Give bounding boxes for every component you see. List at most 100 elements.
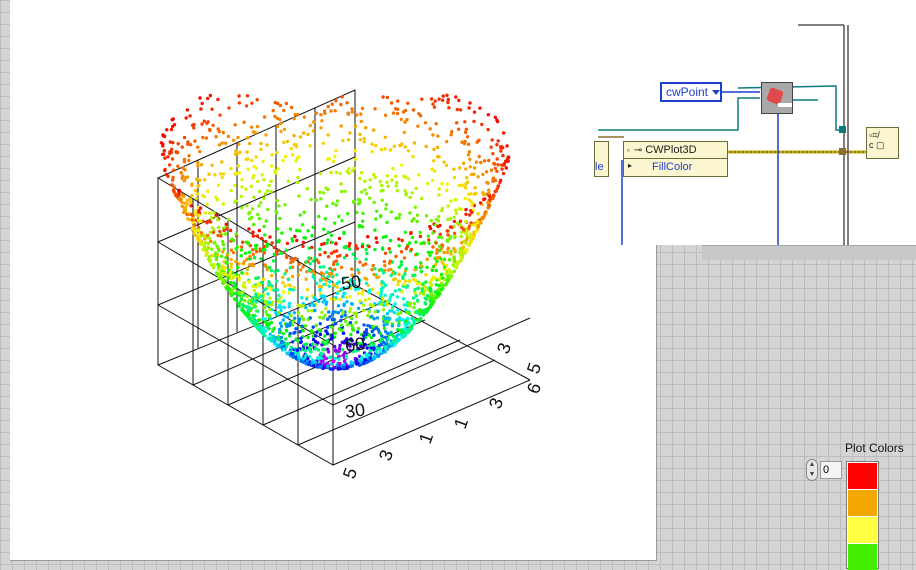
scatter-point [277, 204, 281, 208]
scatter-point [270, 153, 274, 157]
scatter-point [397, 272, 401, 276]
scatter-point [338, 297, 342, 302]
scatter-point [317, 214, 321, 219]
scatter-point [338, 343, 342, 348]
scatter-point [499, 178, 503, 183]
bundle-node-icon[interactable] [761, 82, 793, 114]
scatter-point [308, 316, 312, 320]
scatter-point [458, 223, 462, 227]
front-panel-scrollbar[interactable] [702, 245, 916, 260]
scatter-point [397, 244, 401, 248]
scatter-point [254, 285, 258, 289]
scatter-point [383, 113, 388, 118]
cwpoint-enum-constant[interactable]: cwPoint [660, 82, 722, 102]
scatter-point [342, 245, 347, 249]
array-index-field[interactable]: 0 [820, 461, 842, 479]
scatter-point [275, 211, 279, 215]
scatter-point [402, 174, 406, 178]
scatter-point [389, 267, 393, 272]
scatter-point [390, 332, 394, 337]
scatter-point [464, 219, 468, 224]
scatter-point [464, 212, 468, 216]
scatter-point [247, 250, 252, 254]
scatter-point [269, 336, 273, 341]
scatter-point [359, 119, 363, 124]
scatter-point [245, 204, 249, 208]
scatter-point [331, 283, 336, 287]
scatter-point [380, 337, 384, 341]
scatter-point [322, 282, 326, 287]
scatter-point [257, 292, 261, 296]
scatter-point [239, 248, 244, 252]
scatter-point [194, 209, 198, 213]
scatter-point [445, 250, 449, 255]
scatter-point [467, 197, 471, 202]
scatter-point [307, 268, 312, 272]
color-swatch[interactable] [848, 544, 877, 570]
scatter-point [446, 239, 450, 243]
scatter-point [295, 348, 300, 352]
scatter-point [441, 98, 445, 102]
scatter-point [383, 283, 388, 288]
scatter-point [254, 300, 259, 304]
scatter-point [362, 323, 366, 327]
index-stepper-icon[interactable]: ▲ ▼ [806, 459, 818, 481]
scatter-point [350, 107, 354, 111]
scatter-point [259, 141, 263, 146]
scatter-point [201, 135, 205, 140]
scatter-point [460, 241, 464, 245]
scatter-point [401, 297, 406, 301]
scatter-point [385, 180, 389, 184]
scatter-point [203, 211, 207, 215]
scatter-point [381, 95, 385, 99]
scatter-point [341, 310, 345, 314]
scatter-point [295, 156, 299, 160]
color-swatch[interactable] [848, 490, 877, 516]
scatter-point [250, 101, 254, 105]
scatter-point [251, 313, 255, 318]
scatter-point [278, 216, 282, 221]
enum-value: cwPoint [666, 85, 709, 99]
scatter-point [294, 327, 298, 331]
scatter-point [315, 281, 319, 285]
invoke-node-icon[interactable]: ▫⌗/ᴄ ▢ [866, 127, 899, 159]
block-diagram-panel[interactable]: cwPoint le ▫ ⊸ CWPlot3D ▸ FillColor ▫⌗/ᴄ… [594, 0, 916, 245]
graph-3d-panel[interactable]: 3 5 3 6 1 1 30 3 5 50 60 [10, 0, 657, 561]
scatter-point [333, 356, 337, 361]
scatter-point [482, 197, 486, 202]
scatter-point [234, 171, 239, 176]
property-node-partial[interactable]: le [594, 141, 609, 177]
scatter-point [385, 316, 390, 321]
scatter-point [279, 129, 283, 134]
scatter-point [180, 176, 184, 180]
scatter-point [262, 224, 266, 229]
scatter-point [383, 264, 387, 268]
scatter-point [465, 229, 469, 234]
scatter-point [319, 197, 323, 201]
color-swatch[interactable] [848, 517, 877, 543]
scatter-point [442, 250, 446, 255]
scatter-point [285, 322, 289, 327]
color-swatch[interactable] [848, 463, 877, 489]
plot-colors-array[interactable] [846, 461, 879, 570]
scatter-point [188, 114, 192, 118]
scatter-point [427, 238, 431, 242]
scatter-point [217, 248, 221, 253]
cwplot3d-property-node[interactable]: ▫ ⊸ CWPlot3D ▸ FillColor [623, 141, 728, 177]
scatter-point [162, 149, 166, 153]
scatter-point [339, 318, 343, 323]
scatter-point [211, 230, 216, 235]
array-index-control[interactable]: ▲ ▼ 0 [806, 459, 842, 481]
scatter-point [350, 110, 354, 114]
chevron-down-icon[interactable] [712, 89, 721, 95]
property-fillcolor[interactable]: FillColor [652, 161, 692, 173]
scatter-point [197, 213, 201, 217]
scatter-point [383, 135, 387, 139]
scatter-point [220, 175, 224, 180]
scatter-point [384, 202, 389, 207]
graph-3d-canvas[interactable]: 3 5 3 6 1 1 30 3 5 50 60 [10, 0, 656, 560]
scatter-point [413, 205, 417, 209]
scatter-point [419, 269, 423, 274]
scatter-point [393, 302, 397, 306]
scatter-point [321, 191, 326, 195]
